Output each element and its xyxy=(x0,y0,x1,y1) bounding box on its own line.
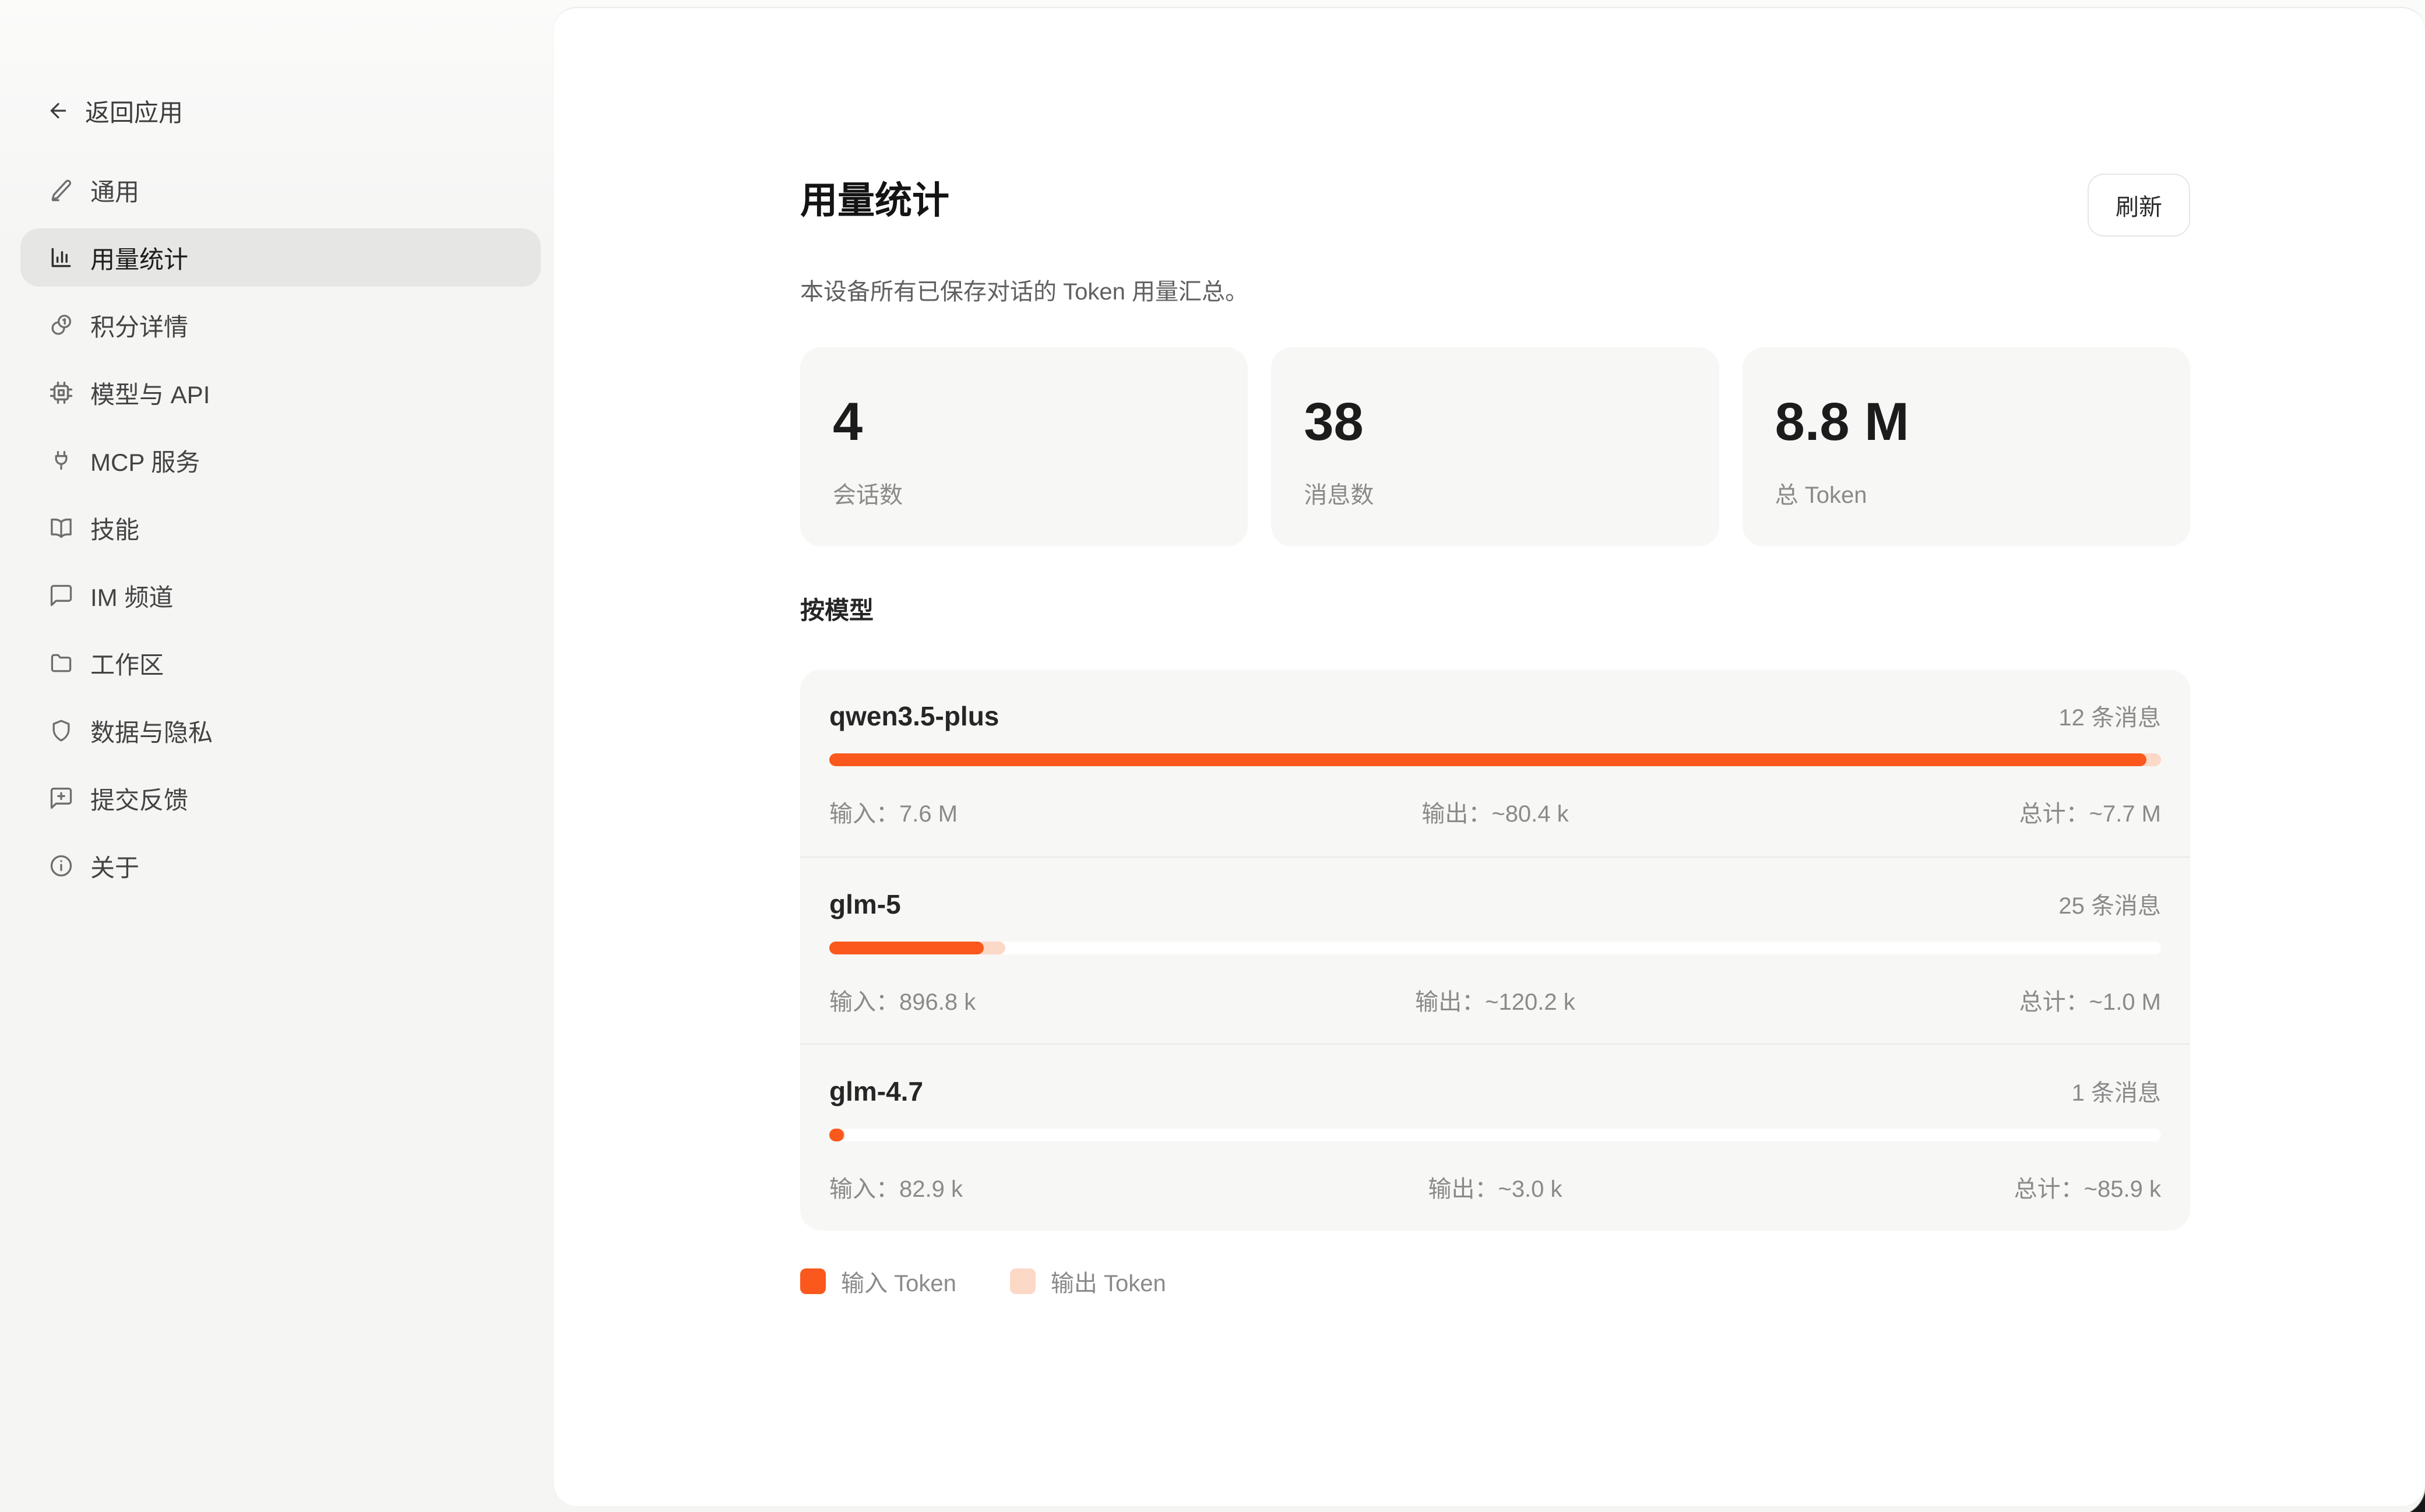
book-open-icon xyxy=(48,515,74,541)
page-subtitle: 本设备所有已保存对话的 Token 用量汇总。 xyxy=(800,273,2190,306)
model-total-tokens: 总计：~1.0 M xyxy=(1575,987,2161,1017)
main-panel: 用量统计 刷新 本设备所有已保存对话的 Token 用量汇总。 4 会话数 38… xyxy=(554,7,2425,1506)
sidebar-item-label: 关于 xyxy=(90,848,139,884)
cpu-icon xyxy=(48,380,74,406)
stat-label: 会话数 xyxy=(833,476,1215,510)
input-token-bar-segment xyxy=(829,753,2146,766)
model-total-tokens: 总计：~85.9 k xyxy=(1562,1174,2161,1204)
refresh-button[interactable]: 刷新 xyxy=(2088,174,2190,237)
model-output-tokens: 输出：~3.0 k xyxy=(1428,1174,1562,1204)
summary-stats: 4 会话数 38 消息数 8.8 M 总 Token xyxy=(800,347,2190,547)
legend-input-label: 输入 Token xyxy=(841,1264,956,1298)
model-usage-card: qwen3.5-plus 12 条消息 输入：7.6 M 输出：~80.4 k … xyxy=(800,669,2190,1231)
model-input-tokens: 输入：82.9 k xyxy=(829,1174,1428,1204)
stat-value: 8.8 M xyxy=(1775,394,2157,450)
model-row-glm-5: glm-5 25 条消息 输入：896.8 k 输出：~120.2 k 总计：~… xyxy=(800,857,2190,1044)
model-message-count: 1 条消息 xyxy=(2072,1074,2161,1108)
sidebar-item-models-api[interactable]: 模型与 API xyxy=(20,364,541,422)
token-usage-bar xyxy=(829,1129,2161,1141)
shield-icon xyxy=(48,718,74,743)
token-legend: 输入 Token 输出 Token xyxy=(800,1264,2190,1345)
sidebar-item-mcp[interactable]: MCP 服务 xyxy=(20,431,541,489)
sidebar-item-skills[interactable]: 技能 xyxy=(20,499,541,557)
input-token-swatch xyxy=(800,1268,826,1294)
legend-output-label: 输出 Token xyxy=(1051,1264,1166,1298)
legend-input-token: 输入 Token xyxy=(800,1264,956,1298)
message-square-icon xyxy=(48,583,74,608)
stat-label: 消息数 xyxy=(1304,476,1686,510)
message-plus-icon xyxy=(48,785,74,811)
sidebar-item-about[interactable]: 关于 xyxy=(20,837,541,895)
model-message-count: 12 条消息 xyxy=(2058,699,2161,732)
sidebar-item-label: 模型与 API xyxy=(90,375,210,411)
back-to-app-label: 返回应用 xyxy=(85,93,183,129)
sidebar-item-label: 数据与隐私 xyxy=(90,713,213,749)
input-token-bar-segment xyxy=(829,942,984,954)
model-name: glm-5 xyxy=(829,888,901,922)
model-input-tokens: 输入：7.6 M xyxy=(829,799,1421,829)
folder-icon xyxy=(48,650,74,676)
bar-chart-icon xyxy=(48,245,74,270)
stat-label: 总 Token xyxy=(1775,476,2157,510)
token-usage-bar xyxy=(829,753,2161,766)
pencil-icon xyxy=(48,177,74,203)
sidebar-item-data-privacy[interactable]: 数据与隐私 xyxy=(20,702,541,760)
plug-icon xyxy=(48,447,74,473)
sidebar-item-label: MCP 服务 xyxy=(90,443,200,478)
sidebar-item-workspace[interactable]: 工作区 xyxy=(20,634,541,692)
settings-sidebar: 返回应用 通用 用量统计 积分详情 模型与 API MCP 服务 技能 IM xyxy=(0,0,554,1512)
sidebar-item-label: 通用 xyxy=(90,172,139,208)
sidebar-item-label: 提交反馈 xyxy=(90,781,188,816)
sidebar-item-label: 积分详情 xyxy=(90,308,188,343)
stat-card-messages: 38 消息数 xyxy=(1271,347,1719,547)
model-row-glm-4.7: glm-4.7 1 条消息 输入：82.9 k 输出：~3.0 k 总计：~85… xyxy=(800,1044,2190,1231)
model-output-tokens: 输出：~80.4 k xyxy=(1421,799,1568,829)
model-name: glm-4.7 xyxy=(829,1075,923,1109)
sidebar-item-feedback[interactable]: 提交反馈 xyxy=(20,769,541,827)
back-to-app-button[interactable]: 返回应用 xyxy=(47,93,554,128)
sidebar-item-usage-stats[interactable]: 用量统计 xyxy=(20,228,541,287)
coins-icon xyxy=(48,312,74,338)
stat-card-sessions: 4 会话数 xyxy=(800,347,1248,547)
stat-value: 4 xyxy=(833,394,1215,450)
sidebar-item-label: 用量统计 xyxy=(90,240,188,276)
sidebar-item-general[interactable]: 通用 xyxy=(20,161,541,219)
model-total-tokens: 总计：~7.7 M xyxy=(1569,799,2161,829)
token-usage-bar xyxy=(829,942,2161,954)
stat-card-total-tokens: 8.8 M 总 Token xyxy=(1743,347,2190,547)
model-row-qwen3.5-plus: qwen3.5-plus 12 条消息 输入：7.6 M 输出：~80.4 k … xyxy=(800,669,2190,857)
input-token-bar-segment xyxy=(829,1129,844,1141)
sidebar-item-credits[interactable]: 积分详情 xyxy=(20,296,541,354)
arrow-left-icon xyxy=(47,99,70,122)
legend-output-token: 输出 Token xyxy=(1010,1264,1166,1298)
output-token-swatch xyxy=(1010,1268,1036,1294)
sidebar-nav: 通用 用量统计 积分详情 模型与 API MCP 服务 技能 IM 频道 工作 xyxy=(0,161,554,895)
page-title: 用量统计 xyxy=(800,177,949,224)
model-input-tokens: 输入：896.8 k xyxy=(829,987,1415,1017)
sidebar-item-label: 技能 xyxy=(90,510,139,546)
sidebar-item-label: IM 频道 xyxy=(90,578,173,614)
sidebar-item-im-channels[interactable]: IM 频道 xyxy=(20,566,541,625)
model-output-tokens: 输出：~120.2 k xyxy=(1415,987,1575,1017)
stat-value: 38 xyxy=(1304,394,1686,450)
sidebar-item-label: 工作区 xyxy=(90,646,164,681)
info-icon xyxy=(48,853,74,879)
by-model-heading: 按模型 xyxy=(800,591,2190,626)
model-name: qwen3.5-plus xyxy=(829,700,999,734)
model-message-count: 25 条消息 xyxy=(2058,887,2161,921)
